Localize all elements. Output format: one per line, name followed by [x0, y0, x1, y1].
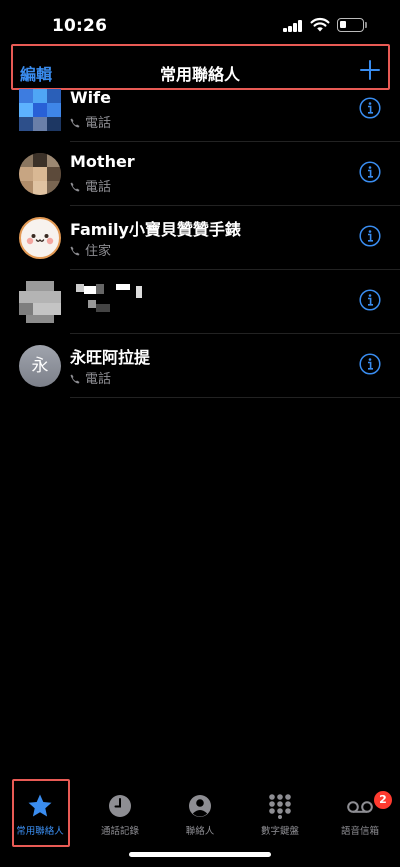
- tab-recents[interactable]: 通話記錄: [80, 780, 160, 840]
- tab-contacts[interactable]: 聯絡人: [160, 780, 240, 840]
- contact-label: 電話: [70, 176, 111, 195]
- tab-favorites[interactable]: 常用聯絡人: [0, 780, 80, 840]
- contact-name: Family小寶貝贊贊手錶: [70, 220, 241, 239]
- status-bar: 10:26: [0, 0, 400, 54]
- contact-label: 電話: [70, 112, 111, 131]
- tab-label: 通話記錄: [100, 826, 139, 837]
- phone-icon: [70, 118, 80, 128]
- wifi-icon: [310, 17, 330, 32]
- phone-icon: [70, 246, 80, 256]
- list-item[interactable]: 永 永旺阿拉提 電話: [0, 334, 400, 398]
- list-item[interactable]: Mother 電話: [0, 142, 400, 206]
- contact-label-text: 電話: [85, 116, 112, 131]
- avatar: [19, 281, 61, 323]
- avatar: [19, 153, 61, 195]
- avatar: 永: [19, 345, 61, 387]
- avatar: [19, 217, 61, 259]
- tab-voicemail[interactable]: 2 語音信箱: [320, 780, 400, 840]
- star-icon: [28, 794, 52, 817]
- status-time: 10:26: [52, 16, 108, 36]
- voicemail-badge: 2: [374, 791, 392, 809]
- tab-label: 數字鍵盤: [260, 826, 299, 837]
- contact-label-text: 電話: [85, 180, 112, 195]
- battery-nub: [365, 22, 367, 28]
- keypad-icon: [269, 794, 291, 819]
- contact-name: Wife: [70, 88, 111, 107]
- contact-name: 永旺阿拉提: [70, 348, 151, 367]
- info-icon[interactable]: [359, 289, 381, 311]
- contact-label: 住家: [70, 240, 111, 259]
- phone-icon: [70, 374, 80, 384]
- contact-label-text: 電話: [85, 372, 112, 387]
- list-item[interactable]: [0, 270, 400, 334]
- row-separator: [70, 397, 400, 398]
- clock-icon: [109, 795, 131, 817]
- avatar: [19, 89, 61, 131]
- tab-bar: 常用聯絡人 通話記錄 聯絡人 數字鍵盤 2 語音信箱: [0, 780, 400, 840]
- person-icon: [189, 795, 211, 817]
- tab-label: 常用聯絡人: [16, 826, 64, 837]
- info-icon[interactable]: [359, 225, 381, 247]
- cute-face-icon: [26, 234, 54, 245]
- info-icon[interactable]: [359, 97, 381, 119]
- tab-label: 語音信箱: [340, 826, 379, 837]
- info-icon[interactable]: [359, 161, 381, 183]
- tab-keypad[interactable]: 數字鍵盤: [240, 780, 320, 840]
- home-indicator[interactable]: [129, 852, 271, 857]
- tab-label: 聯絡人: [185, 826, 215, 837]
- battery-icon: [337, 18, 364, 32]
- contact-name: Mother: [70, 152, 135, 171]
- redacted-name: [76, 284, 156, 324]
- list-item[interactable]: Family小寶貝贊贊手錶 住家: [0, 206, 400, 270]
- avatar-initial: 永: [31, 356, 49, 376]
- cellular-signal-icon: [283, 20, 303, 32]
- info-icon[interactable]: [359, 353, 381, 375]
- phone-icon: [70, 182, 80, 192]
- list-item[interactable]: Wife 電話: [0, 78, 400, 142]
- contact-label-text: 住家: [85, 244, 112, 259]
- voicemail-icon: [347, 801, 373, 813]
- contact-label: 電話: [70, 368, 111, 387]
